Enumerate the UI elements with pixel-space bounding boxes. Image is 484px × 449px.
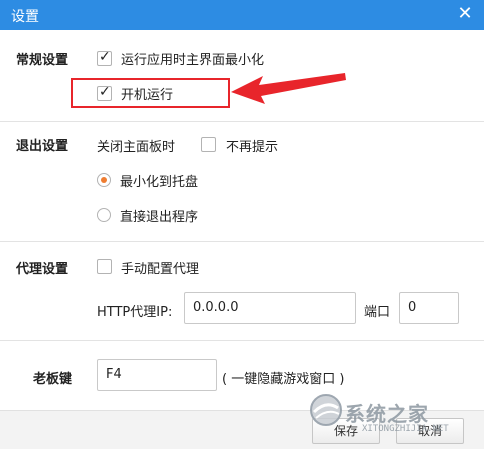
manual-proxy-checkbox[interactable] (97, 259, 112, 274)
exit-directly-radio[interactable] (97, 208, 111, 222)
proxy-port-input[interactable]: 0 (399, 292, 459, 324)
no-prompt-label: 不再提示 (226, 140, 279, 155)
manual-proxy-label: 手动配置代理 (121, 262, 200, 277)
boss-key-hint: ( 一键隐藏游戏窗口 ) (222, 372, 345, 387)
annotation-highlight-box (71, 78, 230, 108)
no-prompt-checkbox[interactable] (201, 137, 216, 152)
general-settings-label: 常规设置 (16, 53, 69, 68)
save-button[interactable]: 保存 (312, 418, 380, 444)
divider (0, 340, 484, 341)
window-title: 设置 (11, 9, 39, 25)
close-panel-label: 关闭主面板时 (97, 140, 176, 155)
minimize-on-start-checkbox[interactable] (97, 49, 112, 66)
cancel-button[interactable]: 取消 (396, 418, 464, 444)
exit-settings-label: 退出设置 (16, 139, 69, 154)
minimize-on-start-label: 运行应用时主界面最小化 (121, 53, 265, 68)
http-proxy-ip-label: HTTP代理IP: (97, 305, 173, 320)
annotation-arrow-icon (231, 73, 346, 104)
minimize-to-tray-radio[interactable] (97, 173, 111, 187)
title-bar: 设置 ✕ (0, 0, 484, 30)
minimize-to-tray-label: 最小化到托盘 (120, 175, 199, 190)
boss-key-label: 老板键 (33, 372, 73, 387)
exit-directly-label: 直接退出程序 (120, 210, 199, 225)
proxy-ip-input[interactable]: 0.0.0.0 (184, 292, 356, 324)
divider (0, 121, 484, 122)
divider (0, 241, 484, 242)
boss-key-input[interactable]: F4 (97, 359, 217, 391)
port-label: 端口 (364, 305, 391, 320)
close-icon[interactable]: ✕ (454, 3, 476, 25)
footer-bar: 保存 取消 (0, 410, 484, 449)
proxy-settings-label: 代理设置 (16, 262, 69, 277)
